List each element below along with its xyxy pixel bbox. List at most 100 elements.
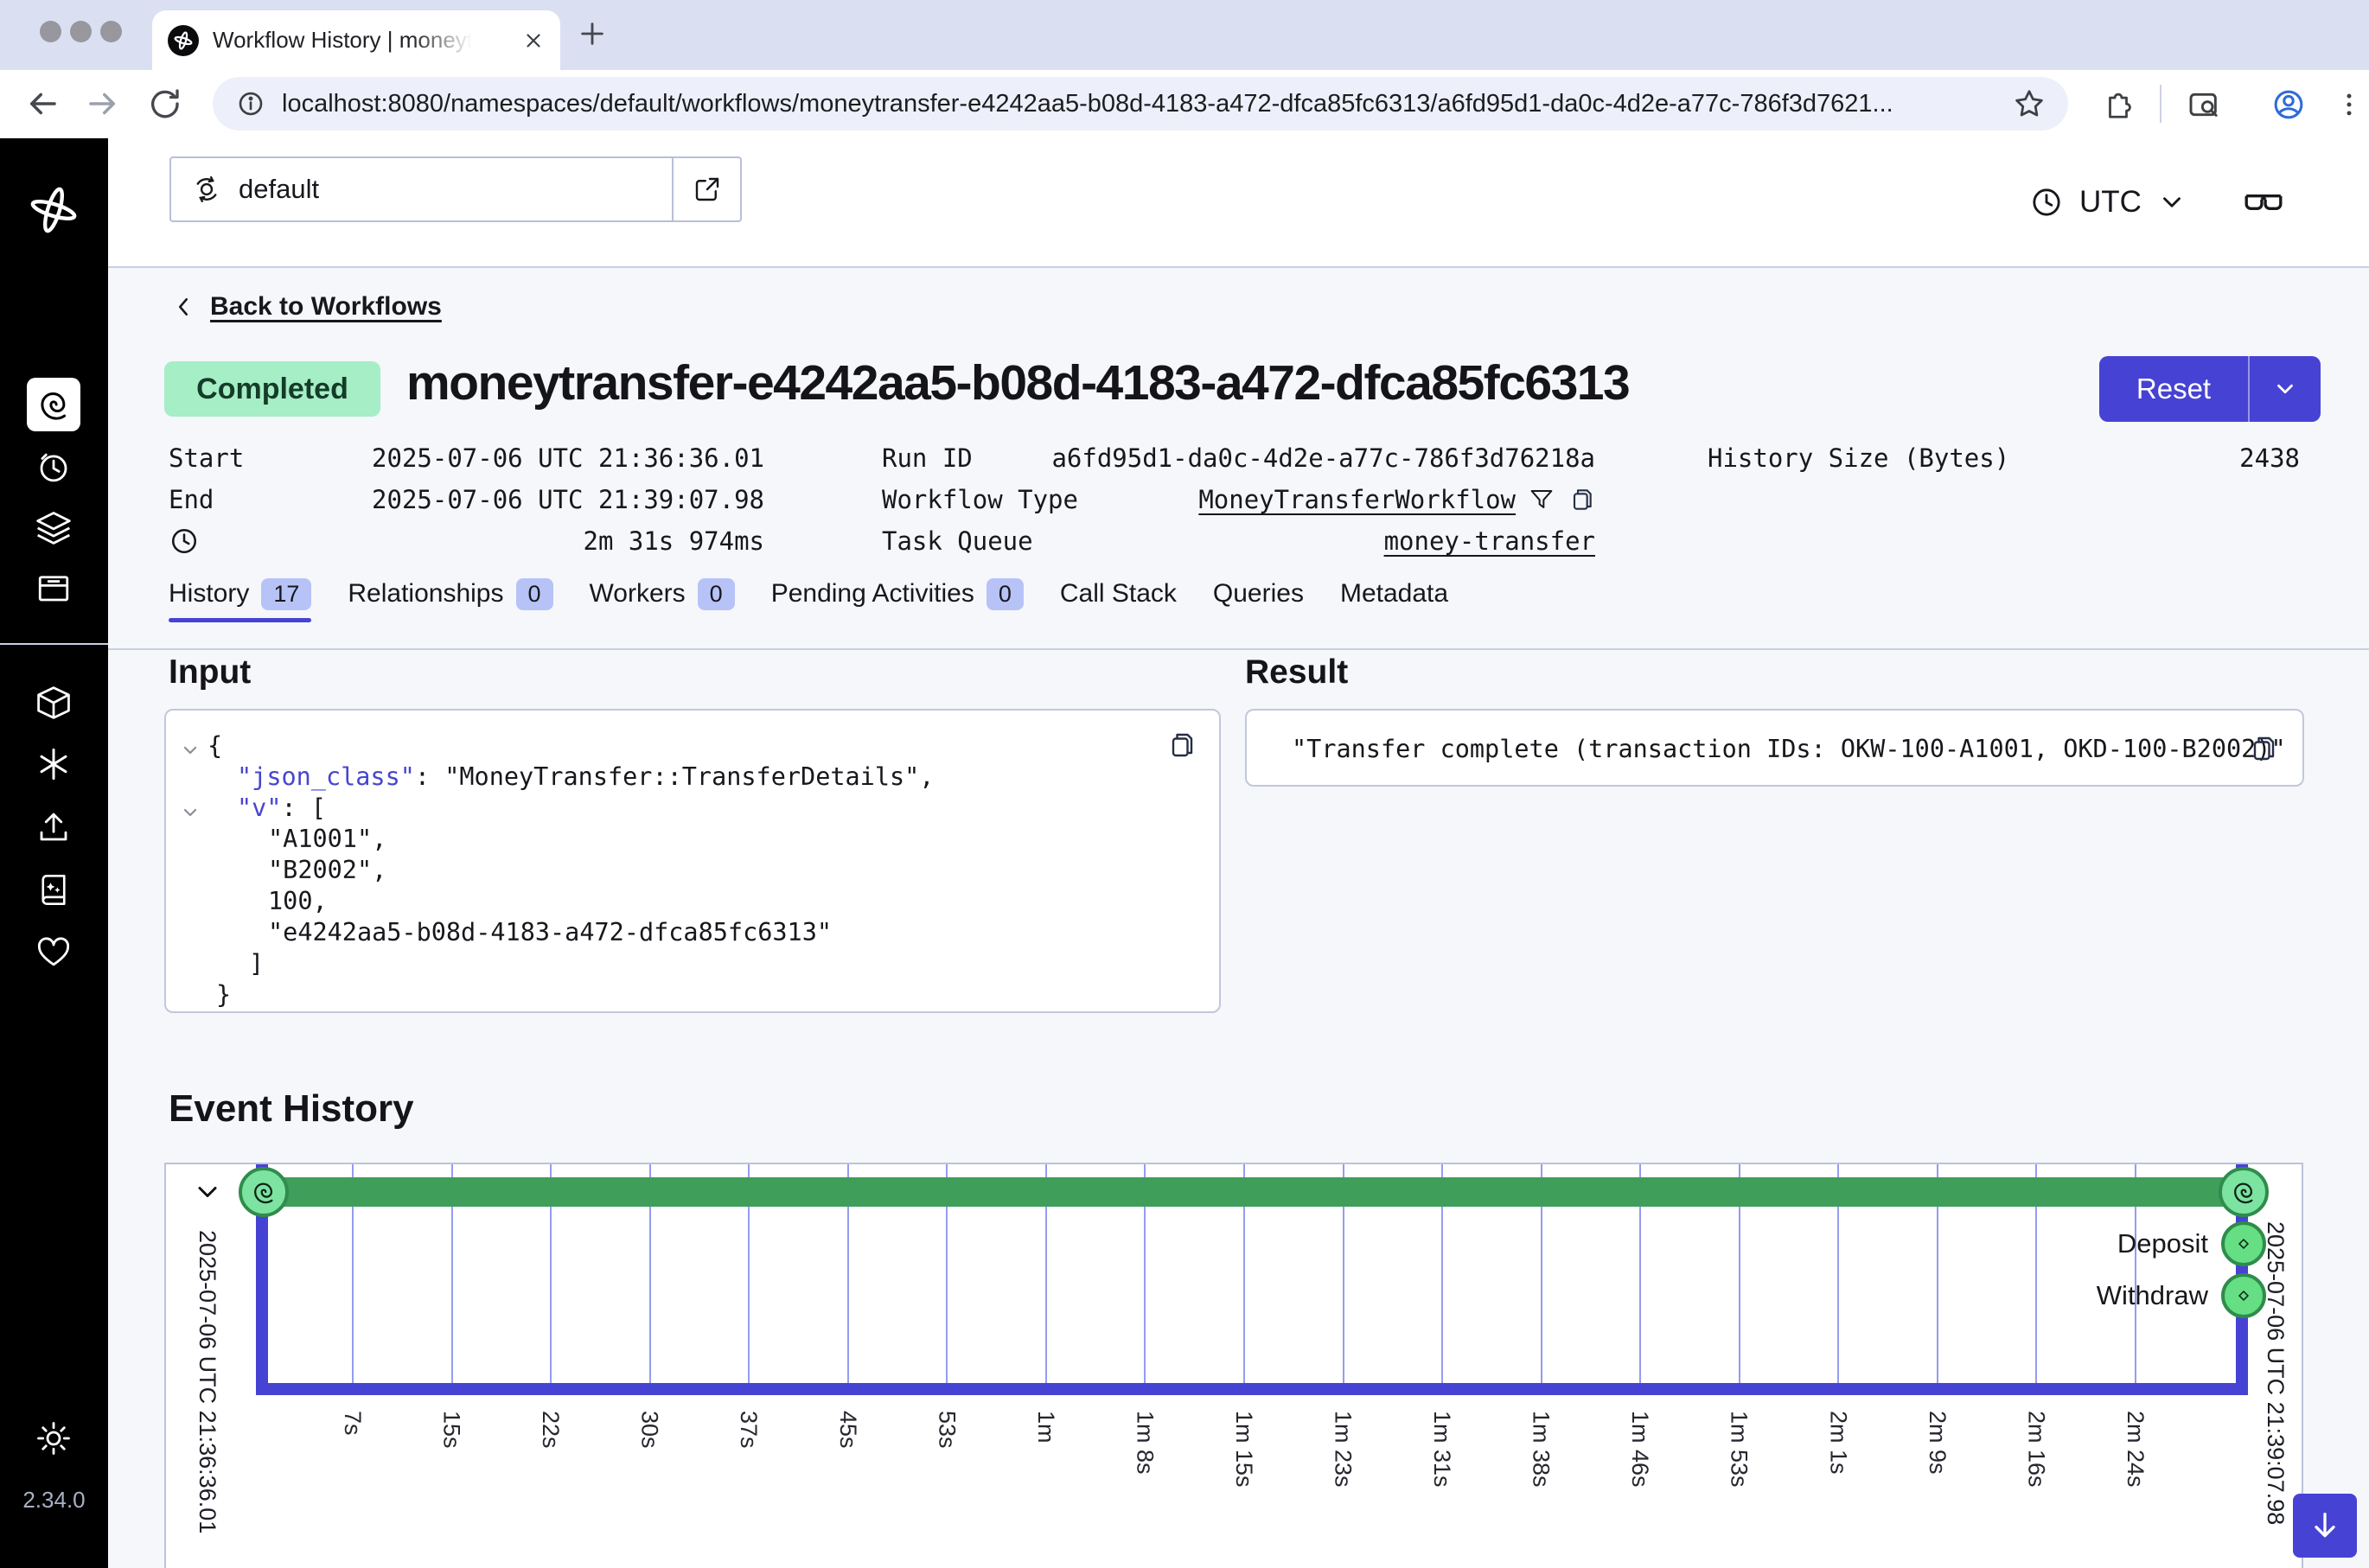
task-queue-label: Task Queue (882, 526, 1033, 556)
start-label: Start (169, 443, 244, 473)
workflow-type-link[interactable]: MoneyTransferWorkflow (1198, 485, 1516, 514)
sidebar: 2.34.0 (0, 138, 108, 1568)
end-row: End 2025-07-06 UTC 21:39:07.98 (169, 479, 764, 520)
deposit-activity-node[interactable] (2221, 1221, 2266, 1266)
reset-button-label[interactable]: Reset (2099, 356, 2248, 422)
browser-tab[interactable]: Workflow History | moneytran (152, 10, 560, 70)
window-close-button[interactable] (40, 21, 61, 42)
accessibility-glasses-icon[interactable] (2242, 138, 2285, 266)
workflow-execution-bar[interactable] (262, 1177, 2245, 1207)
task-queue-link[interactable]: money-transfer (1384, 526, 1595, 556)
sidebar-item-feedback[interactable] (27, 925, 80, 978)
json-line: { (208, 731, 222, 760)
workflow-end-node[interactable] (2219, 1167, 2269, 1217)
tick-label: 1m 15s (1230, 1411, 1257, 1488)
tick-label: 1m 53s (1726, 1411, 1753, 1488)
tab-queries-label: Queries (1213, 579, 1304, 609)
tab-relationships[interactable]: Relationships 0 (348, 560, 552, 628)
copy-result-icon[interactable] (2247, 733, 2278, 764)
tick-label: 37s (735, 1411, 762, 1449)
forward-icon[interactable] (81, 82, 125, 125)
app-topbar: default UTC (108, 138, 2369, 268)
workflow-type-row: Workflow Type MoneyTransferWorkflow (882, 479, 1595, 520)
json-line: "json_class": "MoneyTransfer::TransferDe… (237, 762, 934, 791)
url-text: localhost:8080/namespaces/default/workfl… (282, 90, 2013, 118)
timezone-dropdown[interactable]: UTC (2029, 138, 2187, 266)
tab-workers[interactable]: Workers 0 (590, 560, 735, 628)
tab-pending-activities[interactable]: Pending Activities 0 (771, 560, 1024, 628)
tab-workers-badge: 0 (698, 578, 735, 610)
sidebar-item-schedules[interactable] (27, 441, 80, 494)
result-card: "Transfer complete (transaction IDs: OKW… (1245, 709, 2304, 787)
json-line: 100, (268, 887, 328, 915)
tab-close-icon[interactable] (522, 29, 545, 52)
sidebar-item-import[interactable] (27, 800, 80, 854)
extensions-icon[interactable] (2097, 83, 2140, 126)
copy-input-icon[interactable] (1165, 730, 1197, 761)
back-to-workflows[interactable]: Back to Workflows (170, 292, 442, 322)
tab-history[interactable]: History 17 (169, 560, 311, 628)
namespace-icon (190, 173, 223, 206)
toolbar-divider (2160, 85, 2161, 123)
workflow-type-label: Workflow Type (882, 485, 1078, 514)
tab-search-icon[interactable] (2182, 83, 2225, 126)
withdraw-activity-node[interactable] (2221, 1273, 2266, 1318)
tab-call-stack[interactable]: Call Stack (1060, 560, 1177, 628)
sidebar-item-nexus[interactable] (27, 737, 80, 791)
tab-pending-activities-label: Pending Activities (771, 579, 974, 609)
namespace-selector-main[interactable]: default (171, 158, 672, 220)
timeline-bottom-axis (256, 1383, 2248, 1395)
theme-toggle-icon[interactable] (27, 1412, 80, 1465)
url-bar[interactable]: localhost:8080/namespaces/default/workfl… (213, 77, 2068, 131)
details-column-ids: Run ID a6fd95d1-da0c-4d2e-a77c-786f3d762… (882, 437, 1595, 562)
input-heading: Input (169, 653, 251, 692)
end-label: End (169, 485, 214, 514)
end-value: 2025-07-06 UTC 21:39:07.98 (372, 485, 764, 514)
browser-menu-icon[interactable] (2327, 83, 2369, 126)
json-line: "v": [ (237, 794, 326, 822)
json-line: ] (249, 949, 264, 978)
json-collapse-array-icon[interactable] (180, 802, 201, 823)
workflow-title: moneytransfer-e4242aa5-b08d-4183-a472-df… (406, 354, 1629, 411)
tab-metadata[interactable]: Metadata (1340, 560, 1448, 628)
tick-label: 53s (933, 1411, 960, 1449)
tick-label: 1m 31s (1428, 1411, 1455, 1488)
sidebar-item-batch-operations[interactable] (27, 561, 80, 615)
timeline-start-time: 2025-07-06 UTC 21:36:36.01 (194, 1230, 220, 1533)
bookmark-star-icon[interactable] (2013, 87, 2046, 120)
workflow-start-node[interactable] (239, 1167, 289, 1217)
window-minimize-button[interactable] (70, 21, 92, 42)
tab-queries[interactable]: Queries (1213, 560, 1304, 628)
window-zoom-button[interactable] (100, 21, 122, 42)
tab-pending-activities-badge: 0 (987, 578, 1024, 610)
reload-icon[interactable] (143, 82, 186, 125)
tick-label: 1m 38s (1528, 1411, 1555, 1488)
namespace-selector[interactable]: default (169, 156, 742, 222)
event-history-heading: Event History (169, 1087, 414, 1131)
filter-icon[interactable] (1528, 486, 1555, 513)
json-collapse-root-icon[interactable] (180, 740, 201, 761)
sidebar-item-workflows[interactable] (27, 378, 80, 431)
namespace-external-link-icon[interactable] (672, 158, 740, 220)
reset-dropdown-caret[interactable] (2248, 356, 2321, 422)
site-info-icon[interactable] (235, 88, 266, 119)
new-tab-button[interactable] (578, 19, 607, 48)
tick-label: 1m (1032, 1411, 1059, 1444)
withdraw-label: Withdraw (1992, 1280, 2208, 1311)
browser-url-row: localhost:8080/namespaces/default/workfl… (0, 70, 2369, 138)
tick-label: 1m 46s (1626, 1411, 1653, 1488)
chevron-down-icon (2157, 188, 2187, 217)
result-heading: Result (1245, 653, 1348, 692)
timezone-label: UTC (2079, 185, 2142, 220)
profile-icon[interactable] (2267, 83, 2310, 126)
timeline-expand-chevron[interactable] (192, 1176, 223, 1208)
reset-button[interactable]: Reset (2099, 356, 2321, 422)
input-card: { "json_class": "MoneyTransfer::Transfer… (164, 709, 1221, 1013)
sidebar-item-deployments[interactable] (27, 500, 80, 554)
scroll-to-bottom-button[interactable] (2293, 1494, 2357, 1558)
sidebar-item-docs[interactable] (27, 863, 80, 916)
sidebar-item-labs[interactable] (27, 676, 80, 730)
tab-history-badge: 17 (261, 578, 311, 610)
back-icon[interactable] (21, 82, 64, 125)
copy-workflow-type-icon[interactable] (1568, 486, 1595, 513)
